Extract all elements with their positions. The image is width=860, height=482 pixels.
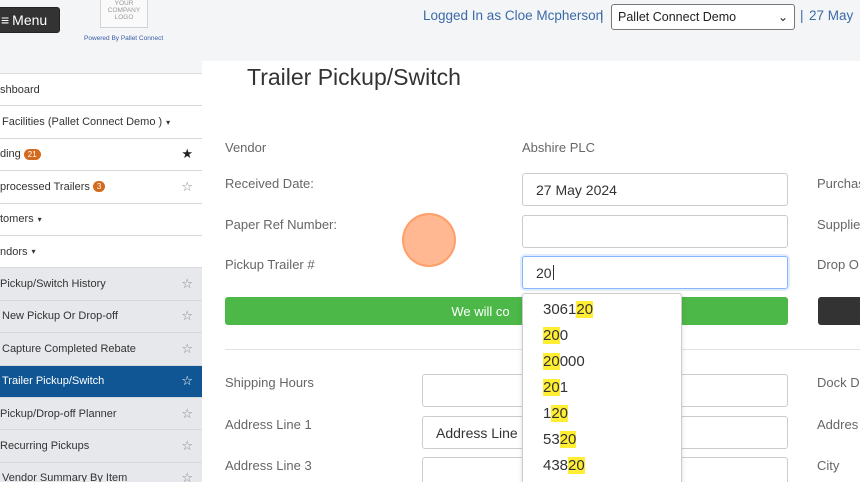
vendor-label: Vendor	[225, 140, 267, 155]
sidebar-item-recurring-pickups[interactable]: Recurring Pickups ☆	[0, 430, 202, 463]
autocomplete-option[interactable]: 43820	[523, 453, 681, 479]
chevron-down-icon: ⌄	[777, 10, 788, 24]
header-separator: |	[800, 8, 804, 23]
sidebar-item-label: shboard	[0, 83, 40, 96]
sidebar-item-customers[interactable]: tomers ▾	[0, 203, 202, 236]
received-date-label: Received Date:	[225, 176, 314, 191]
star-icon[interactable]: ☆	[181, 438, 193, 454]
site-select[interactable]: Pallet Connect Demo ⌄	[611, 4, 795, 30]
menu-button-label: Menu	[12, 12, 48, 28]
company-logo: YOUR COMPANY LOGO	[100, 0, 148, 28]
text-cursor	[552, 265, 554, 280]
sidebar-item-label: processed Trailers	[0, 180, 90, 193]
pickup-trailer-input[interactable]: 20	[522, 256, 788, 289]
paper-ref-field[interactable]	[522, 215, 788, 248]
sidebar-item-pending[interactable]: ding 21 ★	[0, 138, 202, 172]
caret-down-icon: ▾	[37, 214, 42, 224]
paper-ref-label: Paper Ref Number:	[225, 217, 337, 232]
caret-down-icon: ▾	[166, 117, 171, 127]
logged-in-user[interactable]: Logged In as Cloe Mcpherson	[423, 8, 603, 23]
received-date-field[interactable]: 27 May 2024	[522, 173, 788, 206]
sidebar-item-label: ding	[0, 148, 21, 161]
autocomplete-option[interactable]: 20000	[523, 349, 681, 375]
sidebar-item-label: Pickup/Drop-off Planner	[0, 407, 117, 420]
sidebar-item-label: Vendor Summary By Item	[2, 472, 128, 482]
autocomplete-option[interactable]: 306120	[523, 297, 681, 323]
autocomplete-option[interactable]: 5320	[523, 427, 681, 453]
menu-button[interactable]: ≡ Menu	[0, 7, 60, 33]
sidebar-item-label: ndors	[0, 245, 28, 258]
address-right-label: Addres	[817, 417, 859, 432]
autocomplete-option[interactable]: 120	[523, 401, 681, 427]
star-icon[interactable]: ☆	[181, 341, 193, 357]
sidebar-item-facilities[interactable]: Facilities (Pallet Connect Demo ) ▾	[0, 106, 202, 139]
autocomplete-dropdown: 306120 200 20000 201 120 5320 43820	[522, 293, 682, 482]
purchase-label: Purchas	[817, 176, 860, 191]
star-icon[interactable]: ☆	[181, 179, 193, 195]
header-separator: |	[600, 8, 604, 23]
count-badge: 3	[92, 181, 106, 193]
sidebar-item-label: Facilities (Pallet Connect Demo )	[2, 116, 163, 129]
click-indicator	[402, 213, 456, 267]
sidebar-item-pickup-switch-history[interactable]: Pickup/Switch History ☆	[0, 268, 202, 301]
hamburger-icon: ≡	[1, 12, 10, 28]
sidebar-item-dashboard[interactable]: shboard	[0, 74, 202, 107]
site-select-value: Pallet Connect Demo	[618, 10, 737, 24]
info-banner[interactable]: We will co	[225, 297, 788, 325]
sidebar-item-unprocessed-trailers[interactable]: processed Trailers 3 ☆	[0, 171, 202, 204]
autocomplete-option[interactable]: 200	[523, 323, 681, 349]
star-icon[interactable]: ☆	[181, 406, 193, 422]
star-icon[interactable]: ☆	[181, 470, 193, 482]
sidebar: shboard Facilities (Pallet Connect Demo …	[0, 73, 202, 482]
vendor-value: Abshire PLC	[522, 140, 595, 155]
sidebar-item-label: Pickup/Switch History	[0, 278, 106, 291]
star-icon[interactable]: ☆	[181, 308, 193, 324]
sidebar-item-label: New Pickup Or Drop-off	[2, 310, 118, 323]
address-line-3-label: Address Line 3	[225, 458, 312, 473]
info-banner-text: We will co	[451, 303, 510, 319]
sidebar-item-label: tomers	[0, 213, 34, 226]
sidebar-item-vendor-summary-by-item[interactable]: Vendor Summary By Item ☆	[0, 462, 202, 482]
pickup-trailer-value: 20	[536, 264, 552, 281]
star-filled-icon[interactable]: ★	[181, 146, 193, 162]
supplier-label: Supplie	[817, 217, 860, 232]
page-title: Trailer Pickup/Switch	[247, 64, 461, 90]
dock-label: Dock D	[817, 375, 860, 390]
powered-by-text: Powered By Pallet Connect	[84, 35, 164, 42]
star-icon[interactable]: ☆	[181, 276, 193, 292]
sidebar-item-label: Capture Completed Rebate	[2, 342, 136, 355]
caret-down-icon: ▾	[31, 247, 36, 257]
sidebar-item-new-pickup-drop-off[interactable]: New Pickup Or Drop-off ☆	[0, 300, 202, 334]
star-icon[interactable]: ☆	[181, 373, 193, 389]
dark-action-button[interactable]	[818, 297, 860, 325]
pickup-trailer-label: Pickup Trailer #	[225, 257, 315, 272]
address-line-1-label: Address Line 1	[225, 417, 312, 432]
sidebar-item-pickup-drop-off-planner[interactable]: Pickup/Drop-off Planner ☆	[0, 397, 202, 431]
sidebar-item-label: Recurring Pickups	[0, 439, 90, 452]
sidebar-item-label: Trailer Pickup/Switch	[2, 375, 105, 388]
drop-off-label: Drop O	[817, 257, 859, 272]
shipping-hours-label: Shipping Hours	[225, 375, 314, 390]
autocomplete-option[interactable]: 201	[523, 375, 681, 401]
city-label: City	[817, 458, 840, 473]
header-date: 27 May	[809, 8, 854, 23]
count-badge: 21	[23, 148, 41, 160]
sidebar-item-vendors[interactable]: ndors ▾	[0, 235, 202, 269]
sidebar-item-trailer-pickup-switch[interactable]: Trailer Pickup/Switch ☆	[0, 365, 202, 398]
sidebar-item-capture-completed-rebate[interactable]: Capture Completed Rebate ☆	[0, 333, 202, 366]
